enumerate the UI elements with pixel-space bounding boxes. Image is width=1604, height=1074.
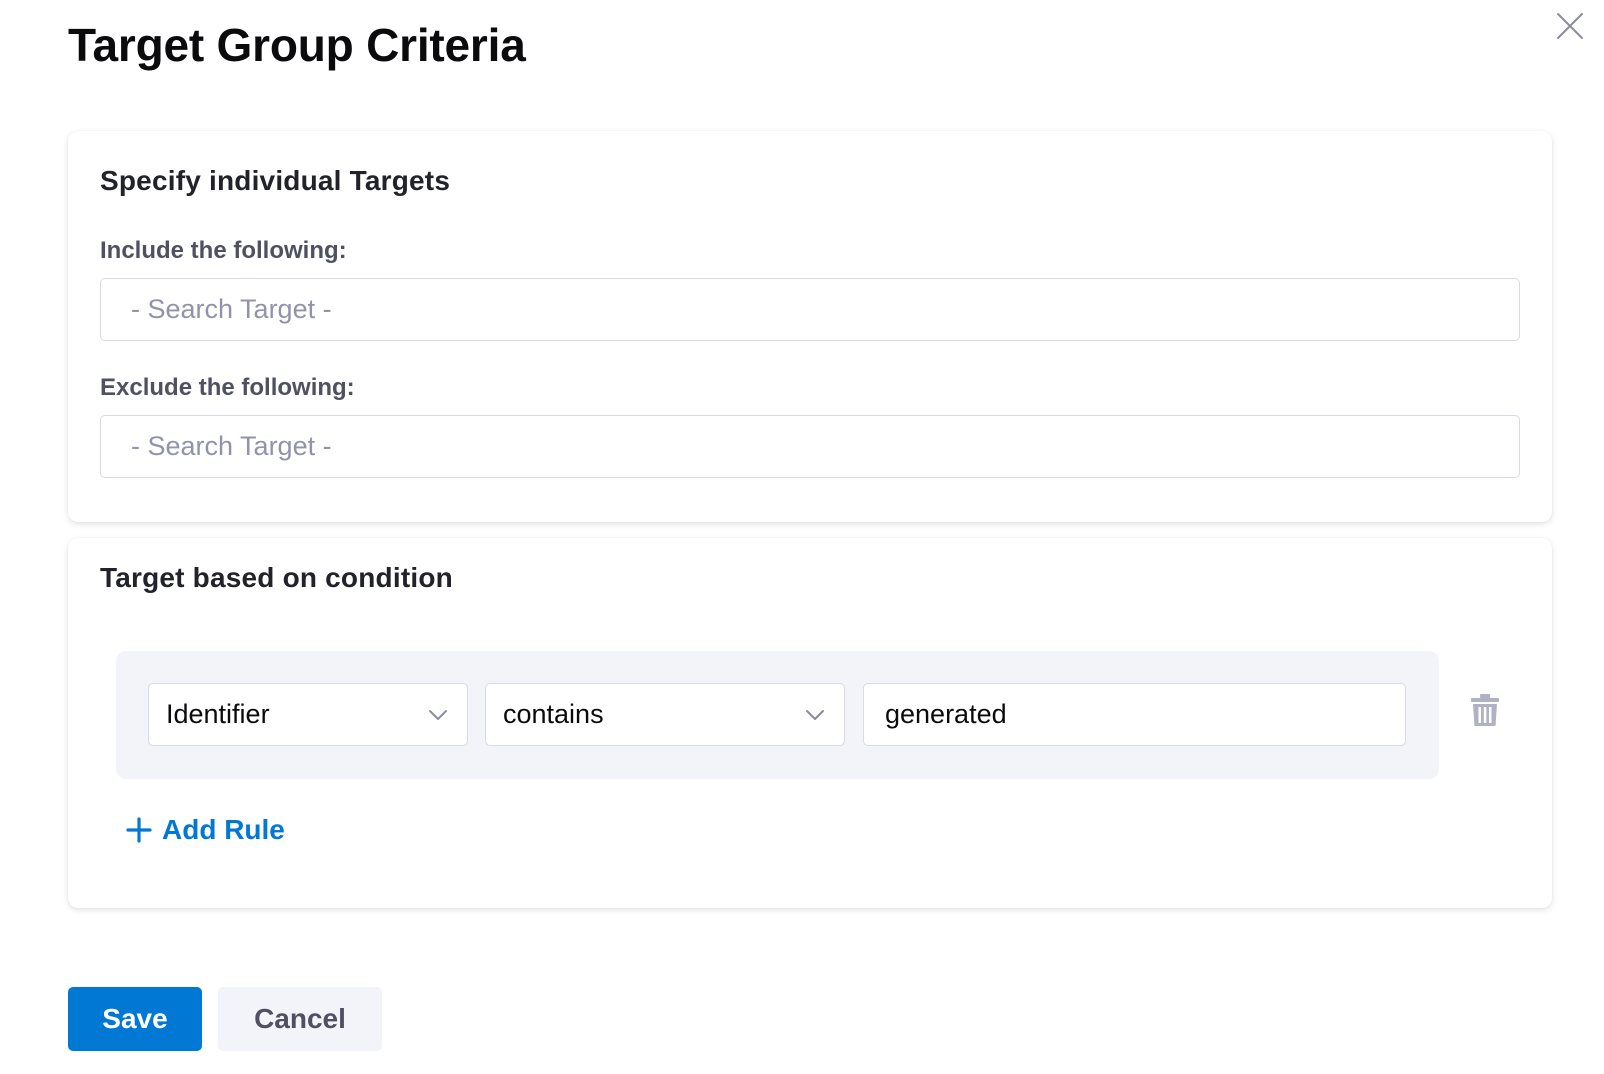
individual-targets-card: Specify individual Targets Include the f… bbox=[68, 131, 1552, 522]
target-group-criteria-dialog: Target Group Criteria Specify individual… bbox=[0, 0, 1604, 1074]
exclude-search-field[interactable] bbox=[100, 415, 1520, 478]
attribute-select-value: Identifier bbox=[166, 699, 270, 729]
save-button[interactable]: Save bbox=[68, 987, 202, 1051]
individual-targets-title: Specify individual Targets bbox=[100, 165, 451, 196]
exclude-search-input[interactable] bbox=[131, 431, 1519, 462]
condition-card: Target based on condition Identifier con… bbox=[68, 538, 1552, 908]
exclude-label: Exclude the following: bbox=[100, 374, 355, 401]
rule-value-input[interactable] bbox=[885, 699, 1405, 730]
operator-select-value: contains bbox=[503, 699, 604, 729]
rule-value-field[interactable] bbox=[863, 683, 1406, 746]
chevron-down-icon bbox=[804, 708, 826, 722]
rule-row: Identifier contains bbox=[116, 651, 1439, 779]
trash-icon bbox=[1471, 694, 1499, 726]
include-search-field[interactable] bbox=[100, 278, 1520, 341]
delete-rule-button[interactable] bbox=[1467, 690, 1503, 730]
close-icon bbox=[1557, 13, 1583, 39]
add-rule-button[interactable]: Add Rule bbox=[126, 810, 285, 850]
condition-title: Target based on condition bbox=[100, 562, 453, 593]
close-button[interactable] bbox=[1552, 8, 1588, 44]
plus-icon bbox=[126, 817, 152, 843]
chevron-down-icon bbox=[427, 708, 449, 722]
operator-select[interactable]: contains bbox=[485, 683, 845, 746]
cancel-button[interactable]: Cancel bbox=[218, 987, 382, 1051]
include-label: Include the following: bbox=[100, 237, 347, 264]
attribute-select[interactable]: Identifier bbox=[148, 683, 468, 746]
include-search-input[interactable] bbox=[131, 294, 1519, 325]
dialog-title: Target Group Criteria bbox=[68, 19, 526, 71]
add-rule-label: Add Rule bbox=[162, 814, 285, 845]
